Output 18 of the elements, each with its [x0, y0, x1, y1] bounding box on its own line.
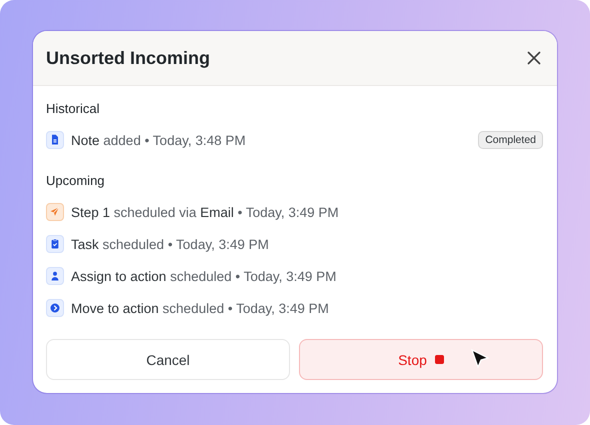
activity-text: Move to action scheduled • Today, 3:49 PM: [71, 300, 329, 316]
status-badge: Completed: [478, 131, 543, 149]
activity-text: Assign to action scheduled • Today, 3:49 PM: [71, 268, 336, 284]
dialog-title: Unsorted Incoming: [46, 48, 210, 68]
cancel-button[interactable]: Cancel: [46, 339, 290, 380]
close-icon: [527, 51, 541, 65]
clipboard-icon: [46, 235, 64, 253]
activity-text: Task scheduled • Today, 3:49 PM: [71, 236, 269, 252]
section-heading: Upcoming: [46, 172, 106, 190]
stop-button[interactable]: Stop: [299, 339, 543, 380]
activity-text: Step 1 scheduled via Email • Today, 3:49 PM: [71, 204, 339, 220]
activity-text: Note added • Today, 3:48 PM: [71, 132, 246, 148]
person-icon: [46, 267, 64, 285]
document-icon: [46, 131, 64, 149]
section-heading: Historical: [46, 100, 100, 118]
paper-plane-icon: [46, 203, 64, 221]
close-button[interactable]: [525, 49, 543, 67]
stop-icon: [434, 355, 444, 364]
